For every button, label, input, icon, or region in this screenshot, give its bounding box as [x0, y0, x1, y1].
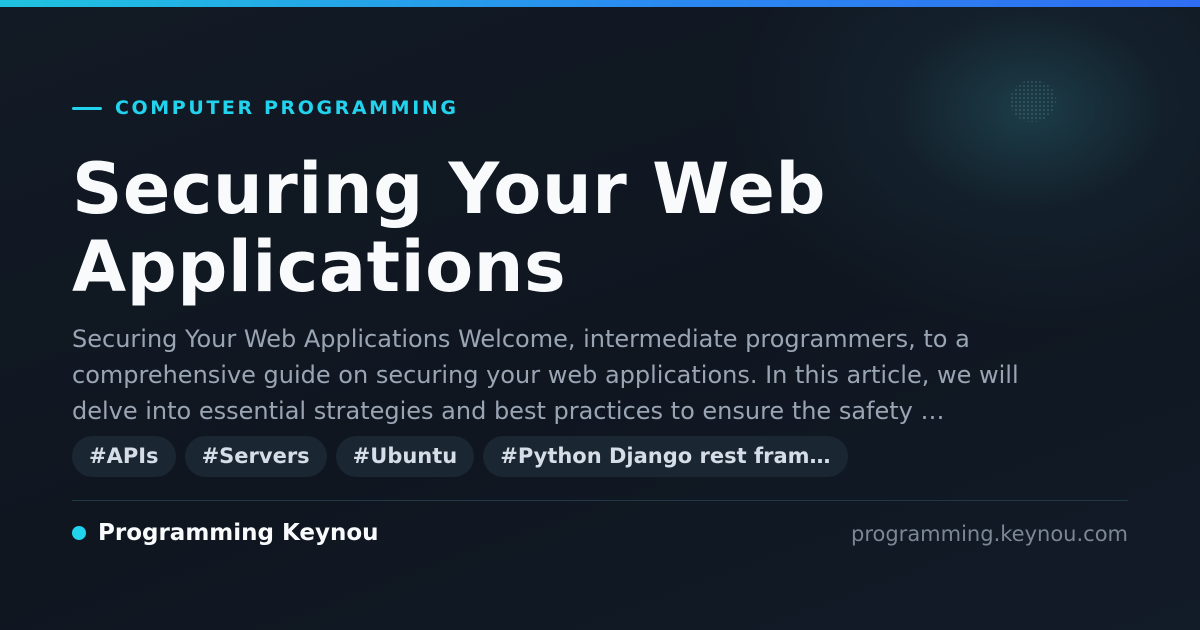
brand-name: Programming Keynou — [98, 520, 379, 546]
footer-divider — [72, 500, 1128, 501]
tag-list: #APIs #Servers #Ubuntu #Python Django re… — [72, 436, 857, 477]
dot-pattern — [1010, 80, 1056, 122]
brand[interactable]: Programming Keynou — [72, 518, 379, 548]
article-title: Securing Your Web Applications — [72, 148, 826, 308]
dash-icon — [72, 106, 102, 110]
tag-servers[interactable]: #Servers — [184, 436, 327, 477]
tag-python-django[interactable]: #Python Django rest fram… — [483, 436, 848, 477]
tag-apis[interactable]: #APIs — [72, 436, 176, 477]
category-label: COMPUTER PROGRAMMING — [115, 97, 459, 119]
article-excerpt: Securing Your Web Applications Welcome, … — [72, 325, 1019, 425]
tag-ubuntu[interactable]: #Ubuntu — [335, 436, 475, 477]
share-card: COMPUTER PROGRAMMING Securing Your Web A… — [0, 0, 1200, 630]
dot-icon — [72, 526, 86, 540]
accent-bar — [0, 0, 1200, 7]
site-domain[interactable]: programming.keynou.com — [851, 519, 1128, 549]
category-eyebrow: COMPUTER PROGRAMMING — [72, 96, 459, 120]
